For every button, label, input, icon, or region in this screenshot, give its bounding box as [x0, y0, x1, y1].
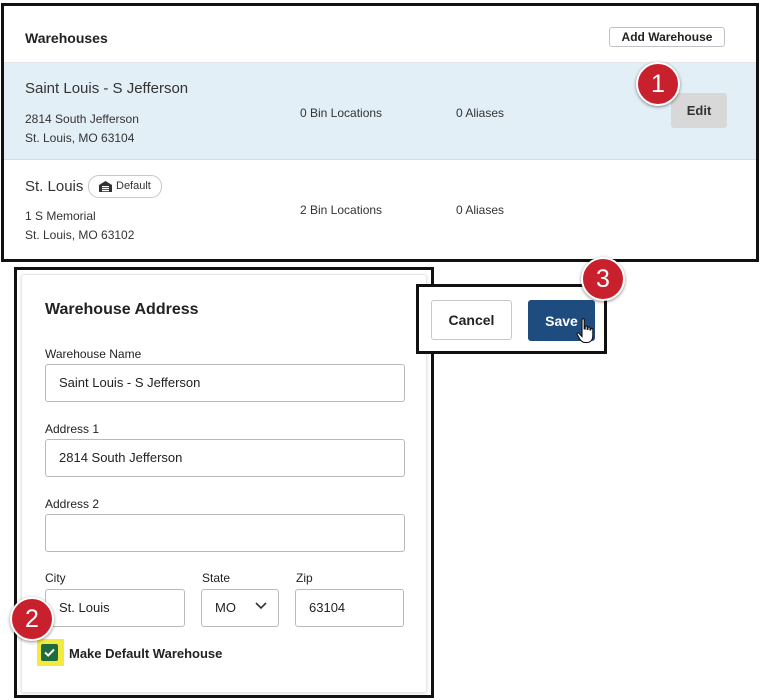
address1-label: Address 1 — [45, 422, 100, 436]
zip-input[interactable]: 63104 — [295, 589, 404, 627]
aliases-count: 0 Aliases — [456, 203, 505, 217]
edit-button[interactable]: Edit — [671, 93, 727, 128]
warehouse-address-panel — [14, 267, 434, 698]
cancel-button[interactable]: Cancel — [431, 300, 512, 340]
warehouse-address-line1: 1 S Memorial — [25, 209, 96, 223]
warehouse-address-line1: 2814 South Jefferson — [25, 112, 139, 126]
warehouse-name: St. Louis — [25, 178, 84, 195]
warehouse-address-line2: St. Louis, MO 63104 — [25, 131, 135, 145]
address2-input[interactable] — [45, 514, 405, 552]
step-1-callout: 1 — [636, 62, 680, 106]
state-select[interactable]: MO — [201, 589, 279, 627]
default-badge-label: Default — [116, 180, 151, 192]
make-default-checkbox[interactable] — [41, 644, 58, 661]
city-label: City — [45, 571, 66, 585]
warehouses-header: Warehouses Add Warehouse — [4, 6, 756, 63]
city-input[interactable]: St. Louis — [45, 589, 185, 627]
default-badge: Default — [88, 175, 162, 198]
state-select-value: MO — [215, 600, 236, 615]
chevron-down-icon — [255, 602, 267, 610]
step-3-callout: 3 — [581, 257, 625, 301]
warehouse-row[interactable]: St. Louis Default 1 S Memorial St. Louis… — [4, 160, 756, 256]
make-default-label: Make Default Warehouse — [69, 646, 223, 661]
address2-label: Address 2 — [45, 497, 100, 511]
bin-locations-count: 0 Bin Locations — [300, 106, 383, 120]
warehouse-name: Saint Louis - S Jefferson — [25, 80, 189, 97]
checkmark-icon — [44, 648, 55, 657]
step-2-callout: 2 — [10, 597, 54, 641]
address1-input[interactable]: 2814 South Jefferson — [45, 439, 405, 477]
warehouse-name-label: Warehouse Name — [45, 347, 142, 361]
state-label: State — [202, 571, 231, 585]
warehouses-title: Warehouses — [25, 30, 108, 46]
form-actions: Cancel Save — [416, 284, 607, 354]
add-warehouse-button[interactable]: Add Warehouse — [609, 27, 725, 47]
warehouse-icon — [99, 181, 112, 192]
form-title: Warehouse Address — [45, 301, 199, 318]
checkbox-highlight — [37, 639, 64, 666]
warehouses-panel: Warehouses Add Warehouse Saint Louis - S… — [1, 3, 759, 262]
bin-locations-count: 2 Bin Locations — [300, 203, 383, 217]
hand-cursor-icon — [576, 318, 594, 344]
warehouse-name-input[interactable]: Saint Louis - S Jefferson — [45, 364, 405, 402]
aliases-count: 0 Aliases — [456, 106, 505, 120]
warehouse-address-line2: St. Louis, MO 63102 — [25, 228, 135, 242]
zip-label: Zip — [296, 571, 313, 585]
warehouse-address-card — [21, 274, 427, 693]
